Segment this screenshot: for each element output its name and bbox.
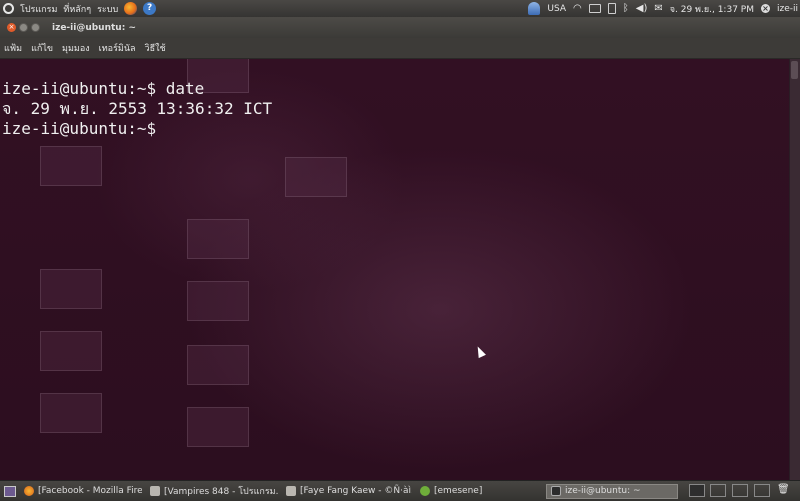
- bottom-panel: [Facebook - Mozilla Firef... [Vampires 8…: [0, 480, 800, 501]
- menu-system[interactable]: ระบบ: [97, 2, 118, 16]
- desktop-icon-shadow: [187, 407, 249, 447]
- workspace-switcher-4[interactable]: [754, 484, 770, 497]
- terminal-area[interactable]: ize-ii@ubuntu:~$ date จ. 29 พ.ย. 2553 13…: [0, 59, 789, 480]
- taskbar-item-faye[interactable]: [Faye Fang Kaew - ©Ñ·àì...: [282, 484, 412, 499]
- bluetooth-icon[interactable]: ᛒ: [623, 3, 629, 14]
- desktop-icon-shadow: [40, 146, 102, 186]
- terminal-scrollbar[interactable]: [789, 59, 800, 480]
- desktop-icon-shadow: [40, 269, 102, 309]
- show-desktop-icon[interactable]: [4, 485, 16, 497]
- task-label: [Faye Fang Kaew - ©Ñ·àì...: [300, 486, 412, 496]
- terminal-menu-bar: แฟ้ม แก้ไข มุมมอง เทอร์มินัล วิธีใช้: [0, 38, 800, 59]
- workspace-switcher-2[interactable]: [710, 484, 726, 497]
- session-icon[interactable]: ×: [760, 4, 770, 13]
- menu-edit[interactable]: แก้ไข: [31, 41, 53, 55]
- desktop-icon-shadow: [187, 345, 249, 385]
- wifi-icon[interactable]: ◠: [573, 3, 582, 14]
- window-title-bar[interactable]: × ize-ii@ubuntu: ~: [0, 17, 800, 38]
- desktop-icon-shadow: [187, 219, 249, 259]
- task-label: ize-ii@ubuntu: ~: [565, 486, 641, 496]
- trash-icon[interactable]: 🗑: [777, 484, 790, 495]
- terminal-line: จ. 29 พ.ย. 2553 13:36:32 ICT: [2, 99, 273, 118]
- firefox-launcher-icon[interactable]: [124, 2, 138, 15]
- terminal-icon: [551, 486, 561, 496]
- taskbar-item-terminal[interactable]: ize-ii@ubuntu: ~: [546, 483, 678, 499]
- workspace-switcher-3[interactable]: [732, 484, 748, 497]
- session-user[interactable]: ize-ii: [777, 4, 798, 14]
- battery-icon[interactable]: [607, 3, 616, 14]
- clock[interactable]: จ. 29 พ.ย., 1:37 PM: [670, 2, 754, 16]
- task-label: [emesene]: [434, 486, 483, 496]
- workspace-switcher-1[interactable]: [689, 484, 705, 497]
- ubuntu-logo-icon[interactable]: [3, 3, 14, 14]
- firefox-icon: [24, 486, 34, 496]
- menu-terminal[interactable]: เทอร์มินัล: [99, 41, 136, 55]
- close-window-icon[interactable]: ×: [7, 23, 16, 32]
- taskbar-item-emesene[interactable]: [emesene]: [416, 484, 542, 499]
- document-icon: [150, 486, 160, 496]
- menu-help[interactable]: วิธีใช้: [145, 41, 166, 55]
- menu-applications[interactable]: โปรแกรม: [20, 2, 57, 16]
- desktop-icon-shadow: [40, 331, 102, 371]
- volume-icon[interactable]: ◀): [636, 3, 648, 14]
- menu-places[interactable]: ที่หลักๆ: [63, 2, 91, 16]
- task-label: [Vampires 848 - โปรแกรม...: [164, 487, 278, 497]
- keyboard-icon[interactable]: [588, 4, 601, 13]
- top-panel: โปรแกรม ที่หลักๆ ระบบ ? USA ◠ ᛒ ◀) ✉ จ. …: [0, 0, 800, 18]
- terminal-prompt-line: ize-ii@ubuntu:~$: [2, 119, 157, 138]
- scrollbar-thumb[interactable]: [791, 61, 798, 79]
- task-label: [Facebook - Mozilla Firef...: [38, 486, 142, 496]
- document-icon: [286, 486, 296, 496]
- taskbar-item-firefox[interactable]: [Facebook - Mozilla Firef...: [20, 484, 142, 499]
- mail-icon[interactable]: ✉: [654, 3, 662, 14]
- menu-view[interactable]: มุมมอง: [62, 41, 90, 55]
- terminal-output[interactable]: ize-ii@ubuntu:~$ date จ. 29 พ.ย. 2553 13…: [2, 79, 272, 139]
- menu-file[interactable]: แฟ้ม: [4, 41, 22, 55]
- help-icon[interactable]: ?: [143, 2, 157, 15]
- maximize-window-icon[interactable]: [31, 23, 40, 32]
- terminal-line: ize-ii@ubuntu:~$ date: [2, 79, 205, 98]
- user-icon[interactable]: [528, 2, 541, 15]
- emesene-icon: [420, 486, 430, 496]
- keyboard-layout[interactable]: USA: [547, 4, 566, 14]
- window-title: ize-ii@ubuntu: ~: [52, 22, 136, 33]
- desktop-icon-shadow: [40, 393, 102, 433]
- minimize-window-icon[interactable]: [19, 23, 28, 32]
- desktop-icon-shadow: [285, 157, 347, 197]
- taskbar-item-vampires[interactable]: [Vampires 848 - โปรแกรม...: [146, 484, 278, 499]
- desktop-icon-shadow: [187, 281, 249, 321]
